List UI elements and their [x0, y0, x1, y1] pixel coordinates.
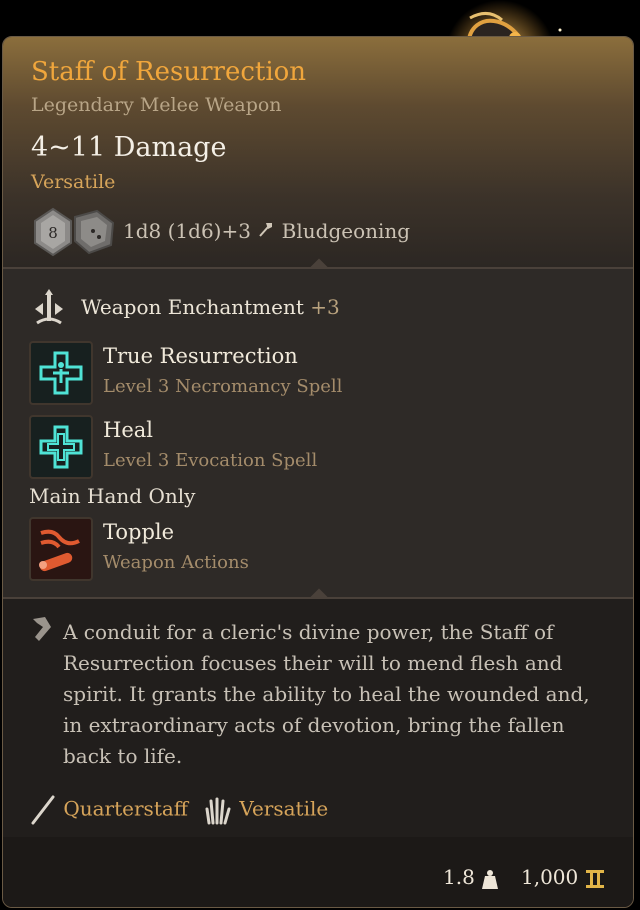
hammer-icon	[257, 219, 281, 243]
damage-formula-row: 1d8 (1d6)+3 Bludgeoning	[123, 219, 410, 243]
property-label: Versatile	[239, 796, 329, 821]
enchantment-icon	[35, 289, 63, 325]
enchantment-bonus: +3	[310, 295, 340, 319]
topple-icon[interactable]	[29, 517, 93, 581]
value-amount: 1,000	[521, 865, 579, 889]
spell-level-school: Level 3 Necromancy Spell	[103, 376, 343, 397]
quarterstaff-icon	[31, 795, 55, 825]
enchantment-label: Weapon Enchantment	[81, 295, 304, 319]
coin-icon	[585, 869, 604, 888]
action-name[interactable]: Topple	[103, 520, 174, 544]
main-hand-only-label: Main Hand Only	[29, 484, 196, 508]
item-weight: 1.8	[443, 865, 499, 890]
weapon-enchantment: Weapon Enchantment +3	[81, 295, 340, 319]
spell-name[interactable]: Heal	[103, 418, 153, 442]
item-value: 1,000	[521, 865, 605, 890]
item-property-tag: Versatile	[31, 171, 116, 193]
dice-icon: 8	[34, 207, 115, 257]
dice-face-number: 8	[48, 224, 58, 242]
heal-icon[interactable]	[29, 415, 93, 479]
weight-icon	[482, 869, 499, 889]
weight-value: 1.8	[443, 865, 475, 889]
action-category: Weapon Actions	[103, 552, 249, 573]
item-name: Staff of Resurrection	[31, 57, 307, 87]
item-description: A conduit for a cleric's divine power, t…	[63, 620, 590, 768]
property-tag: Versatile	[201, 795, 328, 825]
true-resurrection-icon[interactable]	[29, 341, 93, 405]
damage-type: Bludgeoning	[281, 219, 411, 243]
weapon-type-tag: Quarterstaff	[29, 795, 188, 825]
versatile-hand-icon	[205, 797, 231, 825]
spell-name[interactable]: True Resurrection	[103, 344, 298, 368]
item-tooltip: Staff of Resurrection Legendary Melee We…	[2, 36, 634, 908]
item-damage: 4~11 Damage	[31, 132, 227, 163]
weapon-type-label: Quarterstaff	[63, 796, 188, 821]
spell-level-school: Level 3 Evocation Spell	[103, 450, 318, 471]
dice-formula: 1d8 (1d6)+3	[123, 219, 251, 243]
item-rarity-type: Legendary Melee Weapon	[31, 94, 282, 116]
quill-icon	[33, 617, 51, 641]
